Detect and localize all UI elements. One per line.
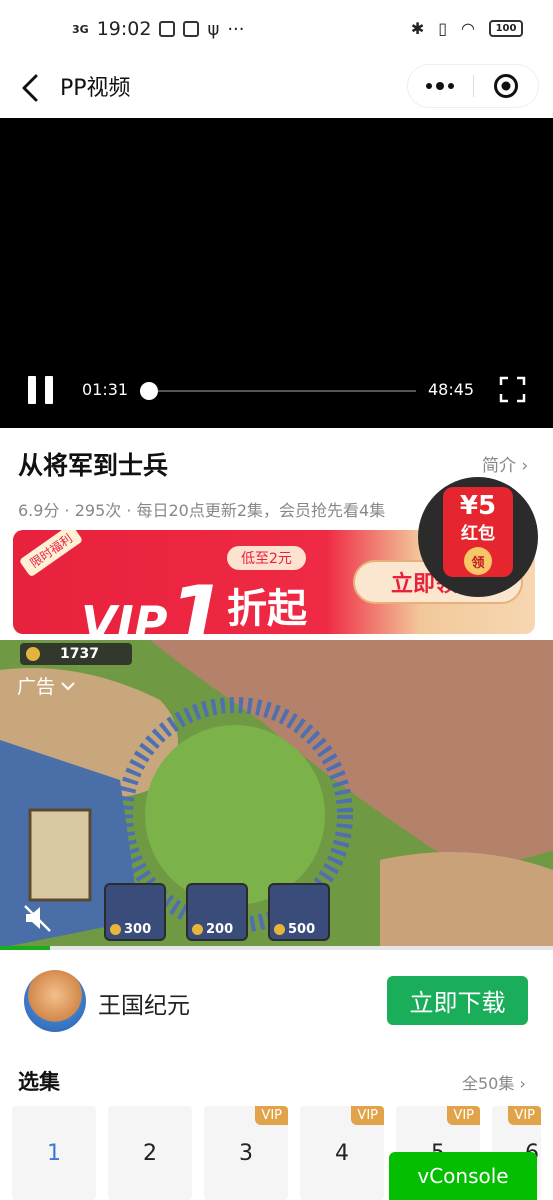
status-right: ✱ ▯ ◠ 100: [411, 19, 523, 38]
red-packet-claim-coin: 领: [464, 547, 492, 575]
chevron-down-icon: [61, 681, 75, 690]
app-name[interactable]: 王国纪元: [98, 986, 190, 1020]
more-dots-icon: [426, 82, 455, 90]
coin-icon: [192, 924, 203, 935]
vibrate-icon: ▯: [438, 19, 448, 38]
nav-bar: PP视频: [0, 58, 553, 118]
coin-value: 1737: [60, 646, 99, 662]
bluetooth-icon: ✱: [410, 19, 425, 38]
current-time: 01:31: [82, 380, 129, 399]
pause-bar-right: [45, 376, 53, 404]
unit-cost-2: 200: [206, 922, 234, 937]
unit-card-3: 500: [268, 883, 330, 941]
duration: 48:45: [428, 380, 475, 399]
ad-video[interactable]: 1737 广告 300 200 500: [0, 640, 553, 948]
download-button[interactable]: 立即下载: [387, 976, 528, 1025]
target-close-icon: [493, 74, 518, 98]
red-packet-label: 红包: [461, 524, 495, 544]
episodes-all-link[interactable]: 全50集 ›: [462, 1070, 526, 1094]
coin-icon: [26, 647, 40, 661]
usb-icon: ψ: [207, 18, 220, 40]
progress-bar[interactable]: [139, 382, 416, 400]
vip-discount-text: 折起: [227, 586, 307, 632]
vip-tag: VIP: [255, 1106, 288, 1125]
speaker-muted-icon: [24, 905, 51, 932]
progress-handle[interactable]: [139, 382, 158, 400]
status-left: 3G 19:02 ψ ···: [72, 18, 245, 40]
episode-item[interactable]: 3 VIP: [204, 1106, 288, 1200]
back-button[interactable]: [16, 68, 46, 108]
red-packet-amount: ¥5: [459, 491, 497, 521]
page-title: PP视频: [60, 76, 131, 101]
coin-counter: 1737: [20, 643, 132, 665]
pause-bar-left: [28, 376, 36, 404]
ad-progress-fill: [0, 946, 50, 950]
more-status-icon: ···: [227, 18, 245, 40]
vip-word: VIP: [81, 596, 168, 634]
vip-corner-tag: 限时福利: [18, 530, 84, 578]
app-notification-icon: [183, 21, 200, 37]
vconsole-button[interactable]: vConsole: [389, 1152, 537, 1200]
vip-tag: VIP: [351, 1106, 384, 1125]
wifi-icon: ◠: [461, 19, 475, 38]
show-title: 从将军到士兵: [18, 451, 169, 480]
status-time: 19:02: [96, 18, 152, 40]
vip-number: 1: [167, 568, 228, 634]
vip-tag: VIP: [508, 1106, 541, 1125]
unit-card-2: 200: [186, 883, 248, 941]
notification-icon: [159, 21, 176, 37]
show-meta: 6.9分 · 295次 · 每日20点更新2集，会员抢先看4集: [18, 501, 386, 520]
more-menu-button[interactable]: [408, 65, 473, 107]
episode-number: 1: [47, 1140, 61, 1166]
unit-card-1: 300: [104, 883, 166, 941]
video-player[interactable]: 01:31 48:45: [0, 118, 553, 428]
mini-program-capsule: [407, 64, 539, 108]
close-mini-program-button[interactable]: [474, 65, 539, 107]
red-packet-card: ¥5 红包 领: [443, 487, 513, 577]
app-icon[interactable]: [24, 970, 86, 1032]
ad-label[interactable]: 广告: [17, 672, 75, 699]
episode-number: 3: [239, 1140, 253, 1166]
status-bar: 3G 19:02 ψ ··· ✱ ▯ ◠ 100: [0, 0, 553, 58]
episode-item[interactable]: 1: [12, 1106, 96, 1200]
mute-button[interactable]: [22, 902, 54, 934]
signal-indicator: 3G: [72, 22, 89, 36]
chevron-left-icon: [22, 74, 38, 102]
episode-number: 2: [143, 1140, 157, 1166]
intro-link[interactable]: 简介 ›: [482, 451, 528, 476]
unit-cost-1: 300: [124, 922, 152, 937]
episode-item[interactable]: 2: [108, 1106, 192, 1200]
vip-headline: VIP1: [81, 560, 227, 634]
episode-item[interactable]: 4 VIP: [300, 1106, 384, 1200]
pause-button[interactable]: [28, 376, 54, 404]
episodes-title: 选集: [18, 1070, 60, 1094]
episode-number: 4: [335, 1140, 349, 1166]
ad-progress-line: [0, 946, 553, 950]
fullscreen-icon: [499, 376, 526, 403]
red-packet-float[interactable]: ¥5 红包 领: [418, 477, 538, 597]
vip-low-price: 低至2元: [227, 546, 306, 570]
fullscreen-button[interactable]: [499, 376, 526, 403]
unit-cost-3: 500: [288, 922, 316, 937]
coin-icon: [274, 924, 285, 935]
battery-icon: 100: [489, 20, 523, 37]
coin-icon: [110, 924, 121, 935]
vip-tag: VIP: [447, 1106, 480, 1125]
ad-label-text: 广告: [17, 676, 56, 698]
